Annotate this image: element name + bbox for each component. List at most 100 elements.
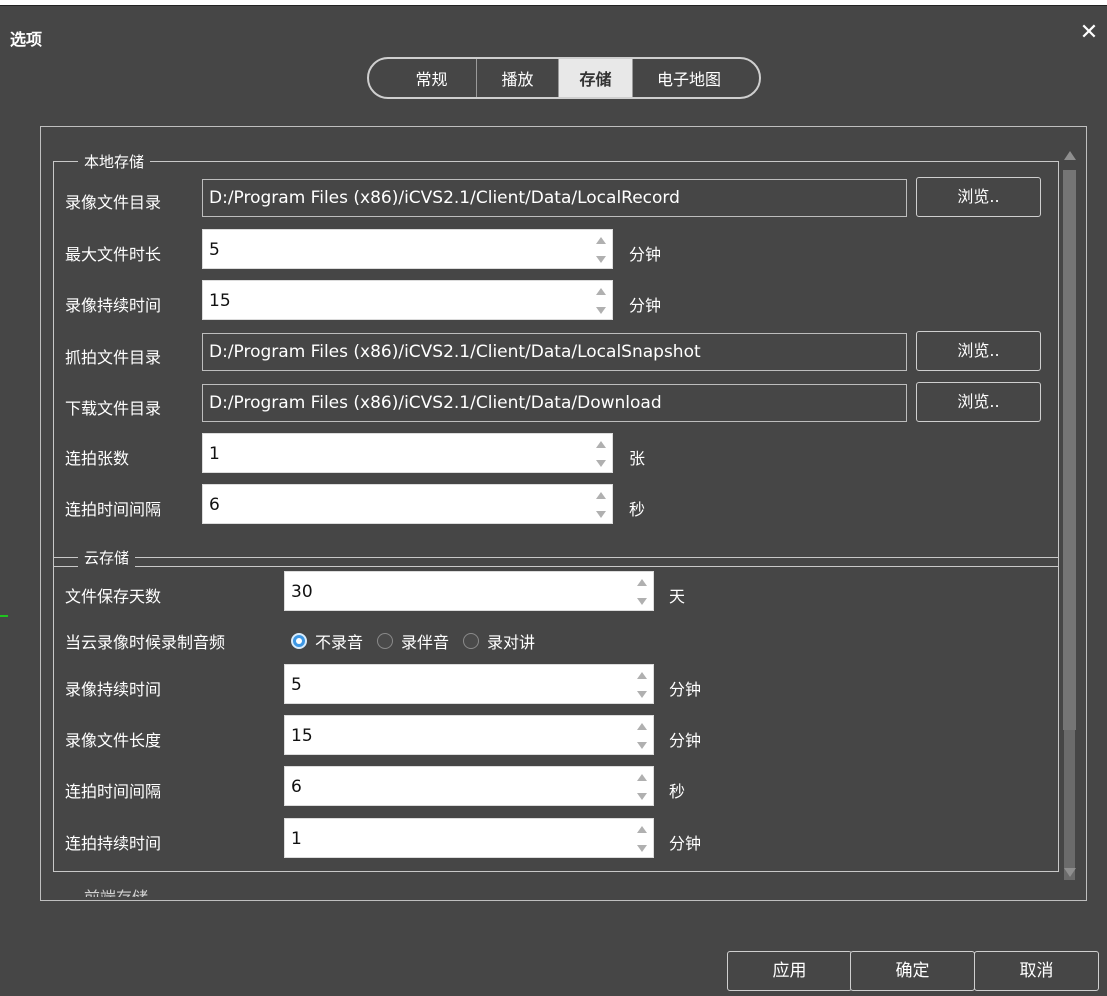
- chevron-down-icon[interactable]: [596, 511, 606, 518]
- cloud-record-duration-label: 录像持续时间: [65, 680, 162, 699]
- edge-marker: [0, 615, 8, 617]
- cloud-burst-interval-label: 连拍时间间隔: [65, 782, 162, 801]
- burst-count-label: 连拍张数: [65, 449, 130, 468]
- record-duration-value: 15: [209, 291, 231, 311]
- tab-playback[interactable]: 播放: [477, 59, 559, 97]
- tab-storage[interactable]: 存储: [559, 59, 633, 97]
- cancel-button[interactable]: 取消: [974, 951, 1099, 991]
- cloud-record-duration-unit: 分钟: [669, 680, 702, 699]
- radio-dot-icon: [291, 633, 307, 649]
- retention-days-spinbox[interactable]: 30: [284, 571, 654, 611]
- record-duration-unit: 分钟: [629, 296, 662, 315]
- download-dir-label: 下载文件目录: [65, 399, 162, 418]
- chevron-up-icon[interactable]: [637, 723, 647, 730]
- chevron-down-icon[interactable]: [596, 307, 606, 314]
- ok-button[interactable]: 确定: [850, 951, 975, 991]
- radio-no-audio-label: 不录音: [315, 633, 364, 652]
- audio-option-label: 当云录像时候录制音频: [65, 633, 226, 652]
- max-file-duration-value: 5: [209, 240, 220, 260]
- download-dir-field[interactable]: D:/Program Files (x86)/iCVS2.1/Client/Da…: [202, 384, 907, 422]
- chevron-down-icon[interactable]: [596, 460, 606, 467]
- radio-accompany-audio[interactable]: 录伴音: [377, 629, 449, 653]
- cloud-storage-title: 云存储: [78, 547, 136, 568]
- record-file-length-spinbox[interactable]: 15: [284, 715, 654, 755]
- radio-intercom-audio[interactable]: 录对讲: [463, 629, 535, 653]
- record-dir-label: 录像文件目录: [65, 193, 162, 212]
- record-dir-browse-button[interactable]: 浏览..: [916, 177, 1041, 217]
- dialog-title: 选项: [10, 30, 43, 49]
- record-file-length-unit: 分钟: [669, 731, 702, 750]
- radio-no-audio[interactable]: 不录音: [291, 629, 363, 653]
- record-file-length-label: 录像文件长度: [65, 731, 162, 750]
- chevron-up-icon[interactable]: [637, 672, 647, 679]
- burst-count-unit: 张: [629, 449, 646, 468]
- tab-general[interactable]: 常规: [369, 59, 477, 97]
- spin-arrows[interactable]: [594, 438, 608, 470]
- snapshot-dir-field[interactable]: D:/Program Files (x86)/iCVS2.1/Client/Da…: [202, 333, 907, 371]
- cloud-record-duration-spinbox[interactable]: 5: [284, 664, 654, 704]
- cloud-burst-interval-value: 6: [291, 777, 302, 797]
- spin-arrows[interactable]: [594, 234, 608, 266]
- burst-interval-spinbox[interactable]: 6: [202, 484, 613, 524]
- max-file-duration-label: 最大文件时长: [65, 245, 162, 264]
- burst-count-spinbox[interactable]: 1: [202, 433, 613, 473]
- apply-button[interactable]: 应用: [727, 951, 852, 991]
- spin-arrows[interactable]: [635, 823, 649, 855]
- window-top-border: [0, 0, 1107, 6]
- burst-duration-spinbox[interactable]: 1: [284, 818, 654, 858]
- options-dialog: 选项 ✕ 常规 播放 存储 电子地图 本地存储 录像文件目录 D:/Progra…: [0, 0, 1107, 996]
- retention-days-label: 文件保存天数: [65, 587, 162, 606]
- audio-option-radio-group: 不录音 录伴音 录对讲: [291, 629, 549, 653]
- snapshot-dir-browse-button[interactable]: 浏览..: [916, 331, 1041, 371]
- radio-accompany-audio-label: 录伴音: [401, 633, 450, 652]
- chevron-up-icon[interactable]: [596, 237, 606, 244]
- scroll-thumb[interactable]: [1063, 170, 1076, 730]
- burst-interval-label: 连拍时间间隔: [65, 500, 162, 519]
- local-storage-title: 本地存储: [78, 151, 151, 172]
- radio-dot-icon: [377, 633, 394, 649]
- spin-arrows[interactable]: [594, 285, 608, 317]
- burst-interval-value: 6: [209, 495, 220, 515]
- vertical-scrollbar[interactable]: [1059, 148, 1081, 888]
- chevron-up-icon[interactable]: [596, 492, 606, 499]
- chevron-down-icon[interactable]: [637, 845, 647, 852]
- record-duration-label: 录像持续时间: [65, 296, 162, 315]
- burst-interval-unit: 秒: [629, 500, 646, 519]
- spin-arrows[interactable]: [594, 489, 608, 521]
- chevron-up-icon[interactable]: [637, 774, 647, 781]
- retention-days-value: 30: [291, 582, 313, 602]
- chevron-down-icon[interactable]: [637, 598, 647, 605]
- max-file-duration-spinbox[interactable]: 5: [202, 229, 613, 269]
- spin-arrows[interactable]: [635, 720, 649, 752]
- chevron-up-icon[interactable]: [637, 579, 647, 586]
- spin-arrows[interactable]: [635, 576, 649, 608]
- tab-bar: 常规 播放 存储 电子地图: [367, 57, 761, 99]
- download-dir-browse-button[interactable]: 浏览..: [916, 382, 1041, 422]
- chevron-up-icon[interactable]: [596, 288, 606, 295]
- close-icon[interactable]: ✕: [1077, 20, 1101, 46]
- burst-duration-value: 1: [291, 829, 302, 849]
- record-duration-spinbox[interactable]: 15: [202, 280, 613, 320]
- chevron-up-icon[interactable]: [596, 441, 606, 448]
- snapshot-dir-label: 抓拍文件目录: [65, 348, 162, 367]
- spin-arrows[interactable]: [635, 771, 649, 803]
- cloud-record-duration-value: 5: [291, 675, 302, 695]
- burst-duration-label: 连拍持续时间: [65, 834, 162, 853]
- tab-emap[interactable]: 电子地图: [633, 59, 759, 97]
- max-file-duration-unit: 分钟: [629, 245, 662, 264]
- cloud-burst-interval-unit: 秒: [669, 782, 686, 801]
- scroll-down-icon[interactable]: [1064, 868, 1076, 877]
- chevron-down-icon[interactable]: [596, 256, 606, 263]
- record-file-length-value: 15: [291, 726, 313, 746]
- radio-intercom-audio-label: 录对讲: [487, 633, 536, 652]
- record-dir-field[interactable]: D:/Program Files (x86)/iCVS2.1/Client/Da…: [202, 179, 907, 217]
- settings-panel: 本地存储 录像文件目录 D:/Program Files (x86)/iCVS2…: [40, 126, 1087, 901]
- chevron-down-icon[interactable]: [637, 691, 647, 698]
- scroll-up-icon[interactable]: [1064, 151, 1076, 160]
- burst-duration-unit: 分钟: [669, 834, 702, 853]
- chevron-down-icon[interactable]: [637, 742, 647, 749]
- spin-arrows[interactable]: [635, 669, 649, 701]
- cloud-burst-interval-spinbox[interactable]: 6: [284, 766, 654, 806]
- chevron-down-icon[interactable]: [637, 793, 647, 800]
- chevron-up-icon[interactable]: [637, 826, 647, 833]
